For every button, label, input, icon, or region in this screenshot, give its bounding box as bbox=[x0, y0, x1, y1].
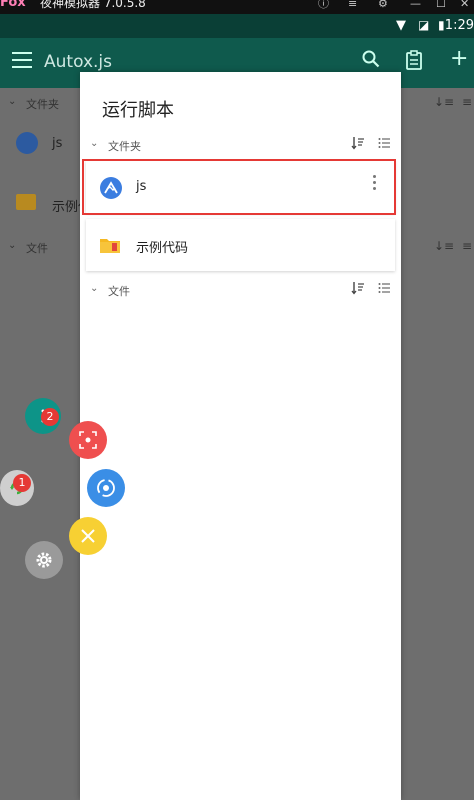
dialog-title: 运行脚本 bbox=[102, 100, 174, 121]
sort-icon: ↓≡ bbox=[434, 239, 455, 253]
chevron-down-icon: ⌄ bbox=[8, 240, 17, 251]
no-sim-icon: ◪ bbox=[418, 18, 430, 32]
battery-icon: ▮ bbox=[438, 18, 445, 32]
dialog-section-folders[interactable]: ⌄ 文件夹 bbox=[80, 134, 401, 158]
list-view-icon[interactable] bbox=[378, 282, 390, 297]
folder-icon bbox=[100, 237, 120, 253]
close-icon bbox=[81, 529, 95, 543]
emulator-logo: Fox bbox=[0, 0, 26, 10]
record-screen-button[interactable] bbox=[69, 421, 107, 459]
close-icon[interactable]: ✕ bbox=[460, 0, 469, 11]
folder-icon bbox=[16, 194, 36, 210]
list-view-icon[interactable] bbox=[378, 137, 390, 152]
info-icon[interactable]: ⓘ bbox=[318, 0, 329, 11]
run-script-button[interactable]: 1 bbox=[0, 470, 34, 506]
chevron-down-icon[interactable]: ⌄ bbox=[90, 138, 98, 149]
app-title: Autox.js bbox=[44, 52, 112, 72]
hamburger-menu-icon[interactable] bbox=[12, 52, 32, 70]
layout-inspect-button[interactable] bbox=[87, 469, 125, 507]
minimize-icon[interactable]: — bbox=[410, 0, 421, 11]
floating-menu-button[interactable]: 2 bbox=[25, 398, 61, 434]
status-bar: ▼ ◪ ▮ 1:29 bbox=[0, 14, 474, 38]
status-time: 1:29 bbox=[444, 18, 474, 33]
menu-icon[interactable]: ≡ bbox=[348, 0, 357, 11]
list-item[interactable]: 示例代码 bbox=[86, 219, 395, 271]
sort-icon[interactable] bbox=[351, 136, 365, 153]
sort-icon[interactable] bbox=[351, 281, 365, 298]
menu-badge: 2 bbox=[41, 408, 59, 426]
add-icon[interactable]: + bbox=[450, 46, 468, 71]
item-name: 示例代码 bbox=[136, 241, 189, 256]
maximize-icon[interactable]: ☐ bbox=[436, 0, 446, 11]
wifi-icon: ▼ bbox=[396, 18, 406, 33]
close-floating-menu-button[interactable] bbox=[69, 517, 107, 555]
search-icon[interactable] bbox=[362, 50, 380, 73]
sort-icon: ↓≡ bbox=[434, 95, 455, 109]
emulator-title: 夜神模拟器 7.0.5.8 bbox=[40, 0, 146, 10]
selection-highlight bbox=[82, 159, 396, 215]
list-view-icon: ≡ bbox=[462, 239, 473, 253]
gear-icon bbox=[36, 552, 52, 568]
screen-capture-icon bbox=[79, 431, 97, 449]
target-icon bbox=[97, 479, 115, 497]
emulator-title-bar: Fox 夜神模拟器 7.0.5.8 ⓘ ≡ ⚙ — ☐ ✕ bbox=[0, 0, 474, 14]
clipboard-icon[interactable] bbox=[406, 50, 422, 75]
chevron-down-icon: ⌄ bbox=[8, 96, 17, 107]
list-view-icon: ≡ bbox=[462, 95, 473, 109]
autojs-icon bbox=[16, 132, 38, 154]
script-badge: 1 bbox=[13, 474, 31, 492]
settings-button[interactable] bbox=[25, 541, 63, 579]
chevron-down-icon[interactable]: ⌄ bbox=[90, 283, 98, 294]
run-script-dialog: 运行脚本 ⌄ 文件夹 js 示例代码 ⌄ 文件 bbox=[80, 72, 401, 800]
settings-icon[interactable]: ⚙ bbox=[378, 0, 388, 11]
dialog-section-files[interactable]: ⌄ 文件 bbox=[80, 279, 401, 303]
